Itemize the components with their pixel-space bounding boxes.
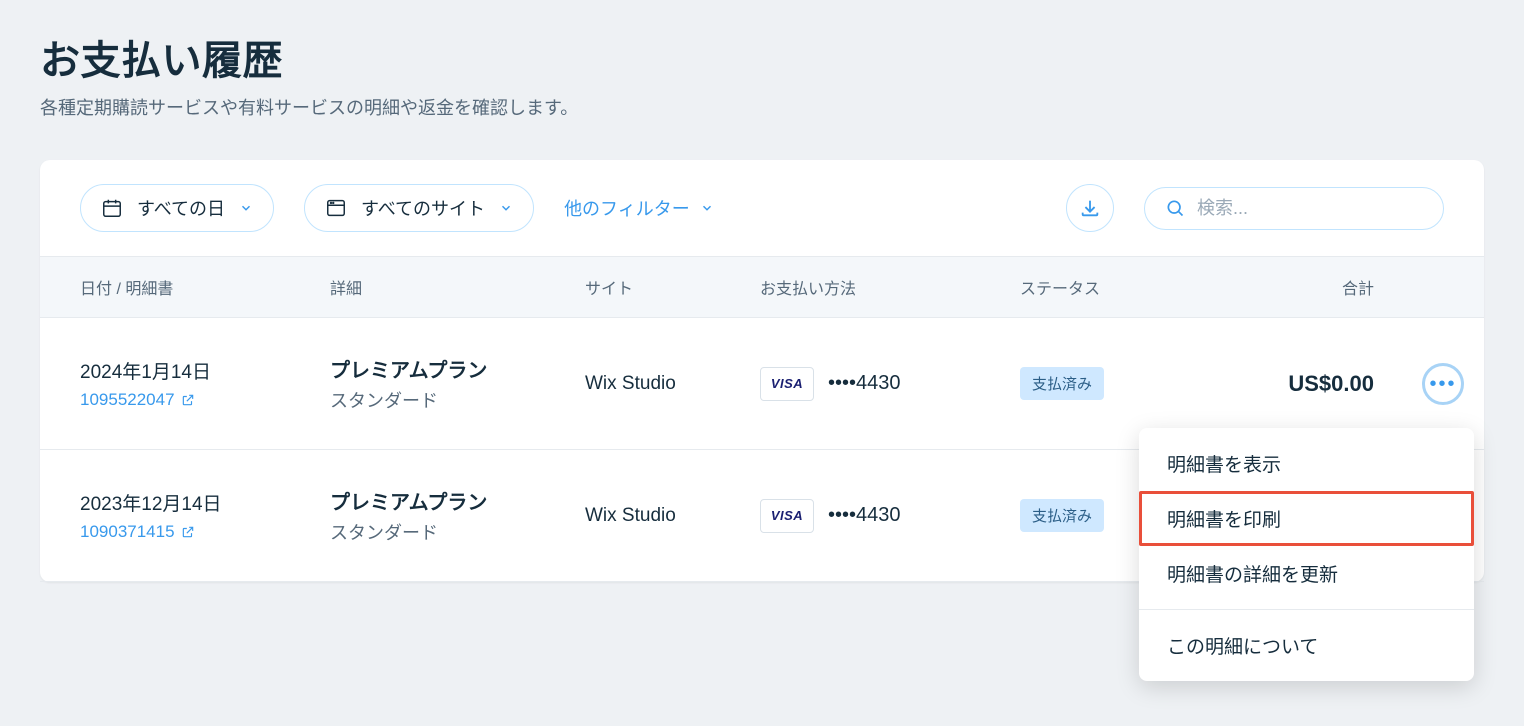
external-link-icon [181, 525, 195, 539]
download-button[interactable] [1066, 184, 1114, 232]
payment-cell: VISA ••••4430 [760, 367, 1020, 401]
dropdown-item-view-invoice[interactable]: 明細書を表示 [1139, 436, 1474, 491]
col-total: 合計 [1190, 275, 1444, 299]
card-brand-icon: VISA [760, 499, 814, 533]
page-subtitle: 各種定期購読サービスや有料サービスの明細や返金を確認します。 [40, 94, 1484, 120]
more-actions-button[interactable]: ••• [1422, 363, 1464, 405]
card-last4: ••••4430 [828, 504, 901, 527]
page-title: お支払い履歴 [40, 28, 1484, 86]
status-badge: 支払済み [1020, 499, 1104, 532]
calendar-icon [101, 197, 123, 219]
plan-name: プレミアムプラン [330, 354, 585, 383]
plan-name: プレミアムプラン [330, 486, 585, 515]
col-payment: お支払い方法 [760, 275, 1020, 299]
status-cell: 支払済み [1020, 367, 1190, 400]
detail-cell: プレミアムプラン スタンダード [330, 486, 585, 545]
detail-cell: プレミアムプラン スタンダード [330, 354, 585, 413]
card-last4: ••••4430 [828, 372, 901, 395]
chevron-down-icon [700, 201, 714, 215]
other-filter-link[interactable]: 他のフィルター [564, 195, 714, 221]
col-detail: 詳細 [330, 275, 585, 299]
table-header: 日付 / 明細書 詳細 サイト お支払い方法 ステータス 合計 [40, 256, 1484, 318]
window-icon [325, 197, 347, 219]
site-cell: Wix Studio [585, 373, 760, 395]
site-filter-button[interactable]: すべてのサイト [304, 184, 534, 232]
search-box[interactable] [1144, 187, 1444, 230]
plan-sub: スタンダード [330, 387, 585, 413]
row-date: 2024年1月14日 [80, 357, 330, 384]
site-cell: Wix Studio [585, 505, 760, 527]
col-site: サイト [585, 275, 760, 299]
page-header: お支払い履歴 各種定期購読サービスや有料サービスの明細や返金を確認します。 [0, 0, 1524, 140]
invoice-id: 1090371415 [80, 522, 175, 542]
date-filter-button[interactable]: すべての日 [80, 184, 274, 232]
site-filter-label: すべてのサイト [361, 195, 485, 221]
col-date: 日付 / 明細書 [80, 275, 330, 299]
dropdown-item-about[interactable]: この明細について [1139, 618, 1474, 673]
status-badge: 支払済み [1020, 367, 1104, 400]
total-cell: US$0.00 [1190, 371, 1444, 397]
search-icon [1165, 198, 1185, 218]
chevron-down-icon [239, 201, 253, 215]
col-status: ステータス [1020, 275, 1190, 299]
payment-cell: VISA ••••4430 [760, 499, 1020, 533]
invoice-link[interactable]: 1090371415 [80, 522, 195, 542]
search-input[interactable] [1197, 198, 1429, 219]
chevron-down-icon [499, 201, 513, 215]
ellipsis-icon: ••• [1429, 374, 1456, 394]
other-filter-label: 他のフィルター [564, 195, 690, 221]
table-row: 2024年1月14日 1095522047 プレミアムプラン スタンダード Wi… [40, 318, 1484, 450]
date-filter-label: すべての日 [137, 195, 225, 221]
payment-history-card: すべての日 すべてのサイト 他のフィルター [40, 160, 1484, 582]
date-cell: 2024年1月14日 1095522047 [80, 357, 330, 410]
download-icon [1079, 197, 1101, 219]
plan-sub: スタンダード [330, 519, 585, 545]
date-cell: 2023年12月14日 1090371415 [80, 489, 330, 542]
row-date: 2023年12月14日 [80, 489, 330, 516]
dropdown-divider [1139, 609, 1474, 610]
dropdown-item-update-details[interactable]: 明細書の詳細を更新 [1139, 546, 1474, 601]
toolbar: すべての日 すべてのサイト 他のフィルター [40, 160, 1484, 256]
dropdown-item-print-invoice[interactable]: 明細書を印刷 [1139, 491, 1474, 546]
row-actions-dropdown: 明細書を表示 明細書を印刷 明細書の詳細を更新 この明細について [1139, 428, 1474, 681]
external-link-icon [181, 393, 195, 407]
invoice-id: 1095522047 [80, 390, 175, 410]
invoice-link[interactable]: 1095522047 [80, 390, 195, 410]
card-brand-icon: VISA [760, 367, 814, 401]
